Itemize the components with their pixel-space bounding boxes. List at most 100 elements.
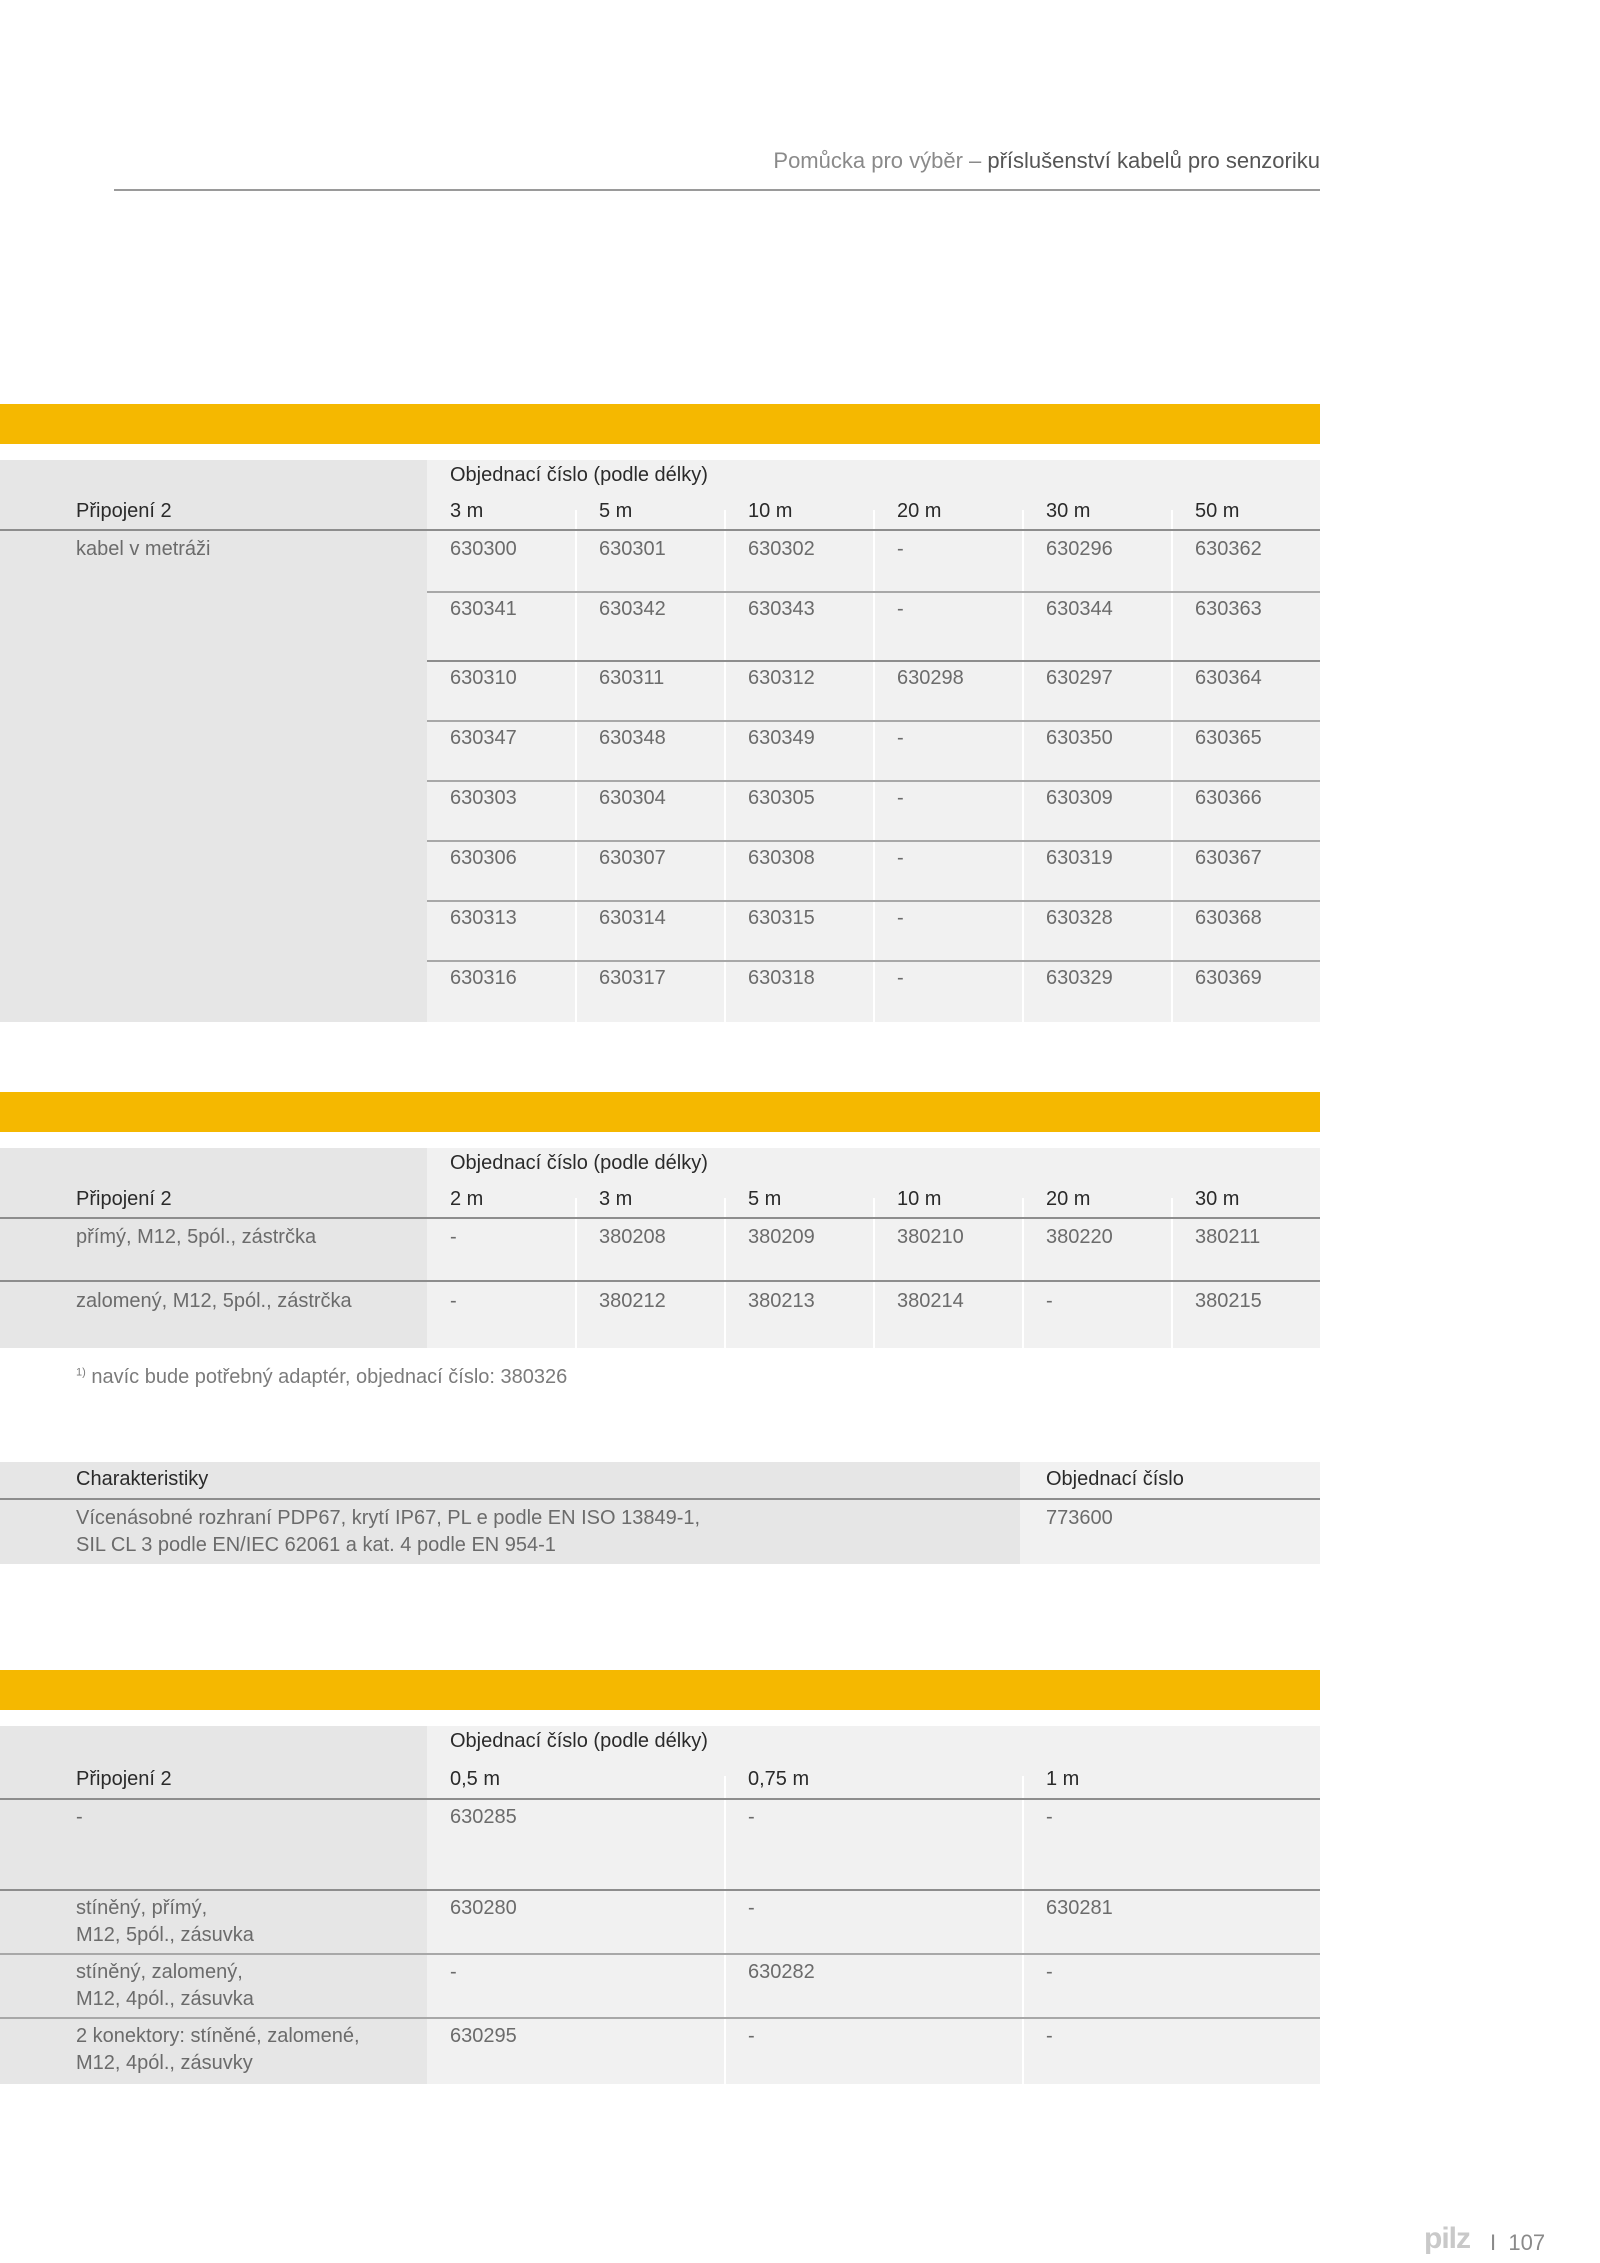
col-separator: [1022, 1776, 1024, 2084]
header-rule: [114, 189, 1320, 191]
table-1-cell: 630311: [599, 667, 665, 689]
table-1-cell: 630312: [748, 667, 815, 689]
table-1-row-label-header: Připojení 2: [76, 500, 172, 522]
table-1-cell: 630318: [748, 967, 815, 989]
table-1-cell: 630349: [748, 727, 815, 749]
table-1-cell: 630347: [450, 727, 517, 749]
table-2-cell: 380220: [1046, 1226, 1113, 1248]
table-4-row-label: stíněný, přímý,: [76, 1897, 208, 1919]
page-title: Pomůcka pro výběr – příslušenství kabelů…: [773, 148, 1320, 174]
pilz-logo: pilz: [1424, 2222, 1471, 2255]
page-number-value: 107: [1508, 2230, 1546, 2255]
table-1-cell: -: [897, 787, 904, 809]
table-4-cell: -: [1046, 1806, 1053, 1828]
footnote-text: navíc bude potřebný adaptér, objednací č…: [85, 1366, 568, 1388]
table-1-row-rule: [427, 660, 1320, 662]
table-1-cell: 630365: [1195, 727, 1262, 749]
table-1-cell: -: [897, 727, 904, 749]
table-3-header-rule: [0, 1498, 1320, 1500]
table-2-col-header: 5 m: [748, 1188, 782, 1210]
table-1-col-header: 10 m: [748, 500, 793, 522]
table-1-cell: 630329: [1046, 967, 1113, 989]
table-2-col-header: 20 m: [1046, 1188, 1091, 1210]
table-1-col-header: 20 m: [897, 500, 942, 522]
table-1-cell: 630307: [599, 847, 666, 869]
table-4-cell: -: [748, 1897, 755, 1919]
table-4-cell: -: [748, 1806, 755, 1828]
col-separator: [1171, 510, 1173, 1022]
table-1-cell: 630306: [450, 847, 517, 869]
table-2-cell: 380209: [748, 1226, 815, 1248]
table-2-cell: -: [450, 1290, 457, 1312]
table-2-cell: 380215: [1195, 1290, 1262, 1312]
table-1-row-rule: [427, 780, 1320, 782]
table-1-cell: 630344: [1046, 598, 1113, 620]
table-1-cell: 630350: [1046, 727, 1113, 749]
table-2-cell: 380210: [897, 1226, 964, 1248]
table-1-col-header: 30 m: [1046, 500, 1091, 522]
table-2-cell: -: [1046, 1290, 1053, 1312]
table-1-cell: 630316: [450, 967, 517, 989]
table-1-row-rule: [427, 591, 1320, 593]
table-2-group-label: Objednací číslo (podle délky): [450, 1152, 708, 1174]
table-1-cell: 630317: [599, 967, 666, 989]
col-separator: [873, 1198, 875, 1348]
table-1-label-column: [0, 460, 427, 1022]
table-4-col-header: 0,75 m: [748, 1768, 810, 1790]
table-1-cell: 630328: [1046, 907, 1113, 929]
table-1-cell: 630364: [1195, 667, 1262, 689]
table-1-cell: 630369: [1195, 967, 1262, 989]
table-1-cell: 630304: [599, 787, 666, 809]
table-2-col-header: 30 m: [1195, 1188, 1240, 1210]
table-1-cell: 630302: [748, 538, 815, 560]
table-1-header-rule: [0, 529, 1320, 531]
table-1-row-rule: [427, 840, 1320, 842]
table-1-col-header: 5 m: [599, 500, 633, 522]
table-1-cell: 630309: [1046, 787, 1113, 809]
table-1: Objednací číslo (podle délky) Připojení …: [0, 460, 1320, 1022]
table-1-cell: 630300: [450, 538, 517, 560]
section-bar-1: [0, 404, 1320, 444]
table-4-data-column: [427, 1726, 1320, 2084]
col-separator: [575, 510, 577, 1022]
table-4-row-label-header: Připojení 2: [76, 1768, 172, 1790]
table-4-group-label: Objednací číslo (podle délky): [450, 1730, 708, 1752]
table-1-cell: 630314: [599, 907, 666, 929]
table-3-desc-line-1: Vícenásobné rozhraní PDP67, krytí IP67, …: [76, 1507, 701, 1529]
table-1-cell: 630343: [748, 598, 815, 620]
table-3-header-right: Objednací číslo: [1046, 1468, 1184, 1490]
table-4-cell: 630280: [450, 1897, 517, 1919]
table-1-cell: 630305: [748, 787, 815, 809]
table-4-col-header: 1 m: [1046, 1768, 1080, 1790]
col-separator: [724, 510, 726, 1022]
page-number-separator: I: [1490, 2230, 1497, 2255]
table-2-row-label: zalomený, M12, 5pól., zástrčka: [76, 1290, 352, 1312]
table-4-cell: -: [1046, 2025, 1053, 2047]
table-4-row-rule: [0, 1953, 1320, 1955]
table-4-row-label: M12, 4pól., zásuvka: [76, 1988, 254, 2010]
table-1-row-rule: [427, 960, 1320, 962]
table-1-cell: 630367: [1195, 847, 1262, 869]
table-1-cell: 630310: [450, 667, 517, 689]
table-4-row-label: M12, 4pól., zásuvky: [76, 2052, 253, 2074]
table-4-cell: -: [1046, 1961, 1053, 1983]
table-1-cell: -: [897, 907, 904, 929]
table-2-cell: 380211: [1195, 1226, 1261, 1248]
table-1-cell: 630308: [748, 847, 815, 869]
table-2-cell: 380213: [748, 1290, 815, 1312]
table-2: Objednací číslo (podle délky) Připojení …: [0, 1148, 1320, 1348]
table-1-cell: 630298: [897, 667, 964, 689]
table-1-cell: 630315: [748, 907, 815, 929]
col-separator: [724, 1198, 726, 1348]
table-1-cell: 630342: [599, 598, 666, 620]
table-4-row-label: -: [76, 1806, 83, 1828]
footnote-mark: 1): [76, 1366, 86, 1379]
col-separator: [724, 1776, 726, 2084]
section-bar-2: [0, 1092, 1320, 1132]
table-1-col-header: 50 m: [1195, 500, 1240, 522]
table-1-cell: 630348: [599, 727, 666, 749]
table-4-col-header: 0,5 m: [450, 1768, 501, 1790]
table-1-row-rule: [427, 720, 1320, 722]
table-2-cell: 380212: [599, 1290, 666, 1312]
table-1-cell: 630296: [1046, 538, 1113, 560]
